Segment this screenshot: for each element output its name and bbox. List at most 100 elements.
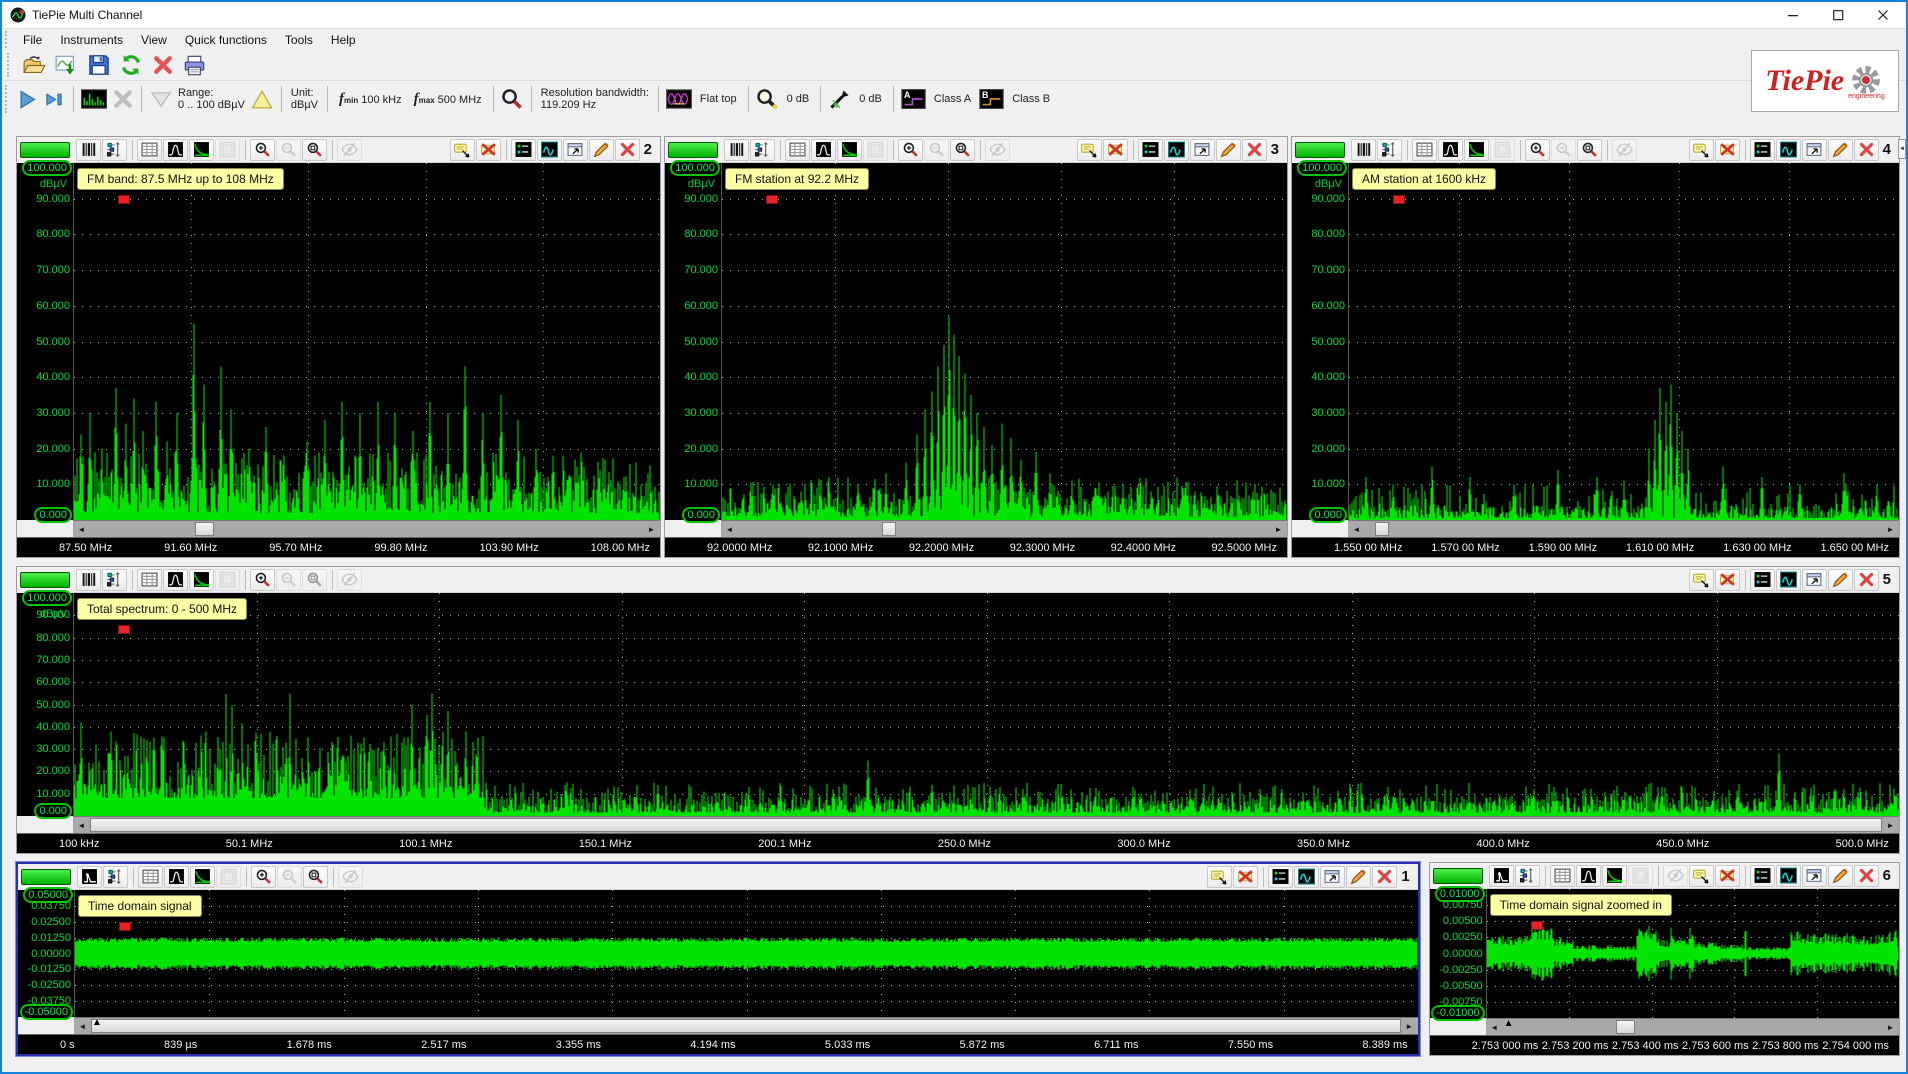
window-button[interactable]	[1320, 866, 1345, 888]
search-gain-icon[interactable]	[754, 84, 781, 114]
add-note-button[interactable]	[1689, 865, 1714, 887]
pen-button[interactable]	[1216, 139, 1241, 161]
signal-view-button[interactable]	[163, 569, 188, 591]
scroll-thumb[interactable]	[882, 522, 896, 536]
signal-view-button[interactable]	[1576, 865, 1601, 887]
spectrum-view-button[interactable]	[189, 569, 214, 591]
window-function-icon[interactable]	[664, 84, 694, 114]
zoom-reset-button[interactable]	[303, 866, 328, 888]
axis-settings-button[interactable]	[1515, 865, 1540, 887]
scroll-right-arrow[interactable]: ►	[1882, 521, 1899, 537]
plot-area[interactable]: AM station at 1600 kHz	[1348, 163, 1899, 520]
channel-enable-button[interactable]	[1433, 868, 1483, 884]
channels-button[interactable]	[1750, 569, 1775, 591]
mode-spectrum-button[interactable]	[76, 569, 101, 591]
class-b-icon[interactable]: B	[977, 84, 1006, 114]
delete-notes-button[interactable]	[1233, 866, 1258, 888]
menu-item-view[interactable]: View	[132, 30, 176, 50]
channels-button[interactable]	[1750, 865, 1775, 887]
table-button[interactable]	[1550, 865, 1575, 887]
window-button[interactable]	[1190, 139, 1215, 161]
close-chart-button[interactable]	[1372, 866, 1397, 888]
zoom-reset-button[interactable]	[1577, 139, 1602, 161]
scroll-thumb[interactable]	[90, 818, 1882, 832]
close-chart-button[interactable]	[1854, 139, 1879, 161]
y-axis[interactable]: 100.000 dBµV 0.000 90.00080.00070.00060.…	[665, 163, 721, 520]
horizontal-scrollbar[interactable]: ◄ ▲ ►	[74, 1017, 1418, 1034]
spectrum-view-button[interactable]	[837, 139, 862, 161]
scroll-right-arrow[interactable]: ►	[1882, 817, 1899, 833]
annotation-marker[interactable]	[766, 195, 778, 204]
annotation-marker[interactable]	[1531, 921, 1543, 930]
delete-notes-button[interactable]	[1715, 569, 1740, 591]
close-chart-button[interactable]	[1854, 865, 1879, 887]
plot-area[interactable]: Time domain signal	[74, 890, 1418, 1017]
zoom-reset-button[interactable]	[302, 139, 327, 161]
pen-button[interactable]	[1828, 569, 1853, 591]
axis-settings-button[interactable]	[1377, 139, 1402, 161]
axis-settings-button[interactable]	[103, 866, 128, 888]
zoom-reset-button[interactable]	[950, 139, 975, 161]
plot-area[interactable]: FM band: 87.5 MHz up to 108 MHz	[73, 163, 660, 520]
signal-view-button[interactable]	[163, 139, 188, 161]
zoom-in-button[interactable]	[898, 139, 923, 161]
y-axis[interactable]: 100.000 dBµV 0.000 90.00080.00070.00060.…	[1292, 163, 1348, 520]
scroll-left-arrow[interactable]: ◄	[1486, 1019, 1503, 1035]
add-note-button[interactable]	[450, 139, 475, 161]
channel-enable-button[interactable]	[668, 142, 718, 158]
spectrum-view-button[interactable]	[190, 866, 215, 888]
annotation-marker[interactable]	[118, 625, 130, 634]
channels-button[interactable]	[511, 139, 536, 161]
delete-notes-button[interactable]	[1103, 139, 1128, 161]
y-axis[interactable]: 100.000 dBµV 0.000 90.00080.00070.00060.…	[17, 163, 73, 520]
table-button[interactable]	[137, 569, 162, 591]
maximize-button[interactable]	[1816, 2, 1861, 28]
spectrum-view-button[interactable]	[1602, 865, 1627, 887]
channel-enable-button[interactable]	[1295, 142, 1345, 158]
zoom-in-button[interactable]	[250, 569, 275, 591]
menu-item-instruments[interactable]: Instruments	[51, 30, 132, 50]
delete-notes-button[interactable]	[1715, 139, 1740, 161]
start-button[interactable]	[14, 84, 41, 114]
window-button[interactable]	[563, 139, 588, 161]
close-button[interactable]	[1861, 2, 1906, 28]
channels-button[interactable]	[1138, 139, 1163, 161]
scope-button[interactable]	[537, 139, 562, 161]
scope-button[interactable]	[1776, 865, 1801, 887]
annotation-note[interactable]: AM station at 1600 kHz	[1352, 168, 1496, 190]
menu-item-file[interactable]: File	[14, 30, 51, 50]
scroll-left-arrow[interactable]: ◄	[73, 521, 90, 537]
channel-enable-button[interactable]	[21, 869, 71, 885]
delete-button[interactable]	[149, 52, 176, 78]
add-note-button[interactable]	[1689, 569, 1714, 591]
annotation-note[interactable]: Total spectrum: 0 - 500 MHz	[77, 598, 247, 620]
scroll-thumb[interactable]	[1375, 522, 1389, 536]
pen-button[interactable]	[1828, 865, 1853, 887]
axis-settings-button[interactable]	[750, 139, 775, 161]
mode-spectrum-button[interactable]	[724, 139, 749, 161]
oneshot-button[interactable]	[41, 84, 68, 114]
signal-view-button[interactable]	[164, 866, 189, 888]
table-button[interactable]	[138, 866, 163, 888]
scroll-thumb[interactable]	[91, 1019, 1401, 1033]
scroll-right-arrow[interactable]: ►	[1882, 1019, 1899, 1035]
annotation-note[interactable]: FM station at 92.2 MHz	[725, 168, 869, 190]
scope-button[interactable]	[1294, 866, 1319, 888]
scroll-thumb[interactable]	[195, 522, 214, 536]
window-button[interactable]	[1802, 865, 1827, 887]
annotation-marker[interactable]	[119, 922, 131, 931]
y-axis[interactable]: 0.05000 -0.05000 0.037500.025000.012500.…	[18, 890, 74, 1017]
plot-area[interactable]: Total spectrum: 0 - 500 MHz	[73, 593, 1899, 816]
fmin-field[interactable]: fmin100 kHz	[333, 91, 408, 108]
scroll-right-arrow[interactable]: ►	[643, 521, 660, 537]
mode-spectrum-button[interactable]	[76, 139, 101, 161]
table-button[interactable]	[785, 139, 810, 161]
spectrum-view-button[interactable]	[1464, 139, 1489, 161]
scope-button[interactable]	[1776, 139, 1801, 161]
scroll-left-arrow[interactable]: ◄	[721, 521, 738, 537]
scroll-right-arrow[interactable]: ►	[1401, 1018, 1418, 1034]
open-file-button[interactable]	[21, 52, 48, 78]
pen-button[interactable]	[1828, 139, 1853, 161]
mode-spectrum-button[interactable]	[1351, 139, 1376, 161]
search-frequency-icon[interactable]	[499, 84, 526, 114]
